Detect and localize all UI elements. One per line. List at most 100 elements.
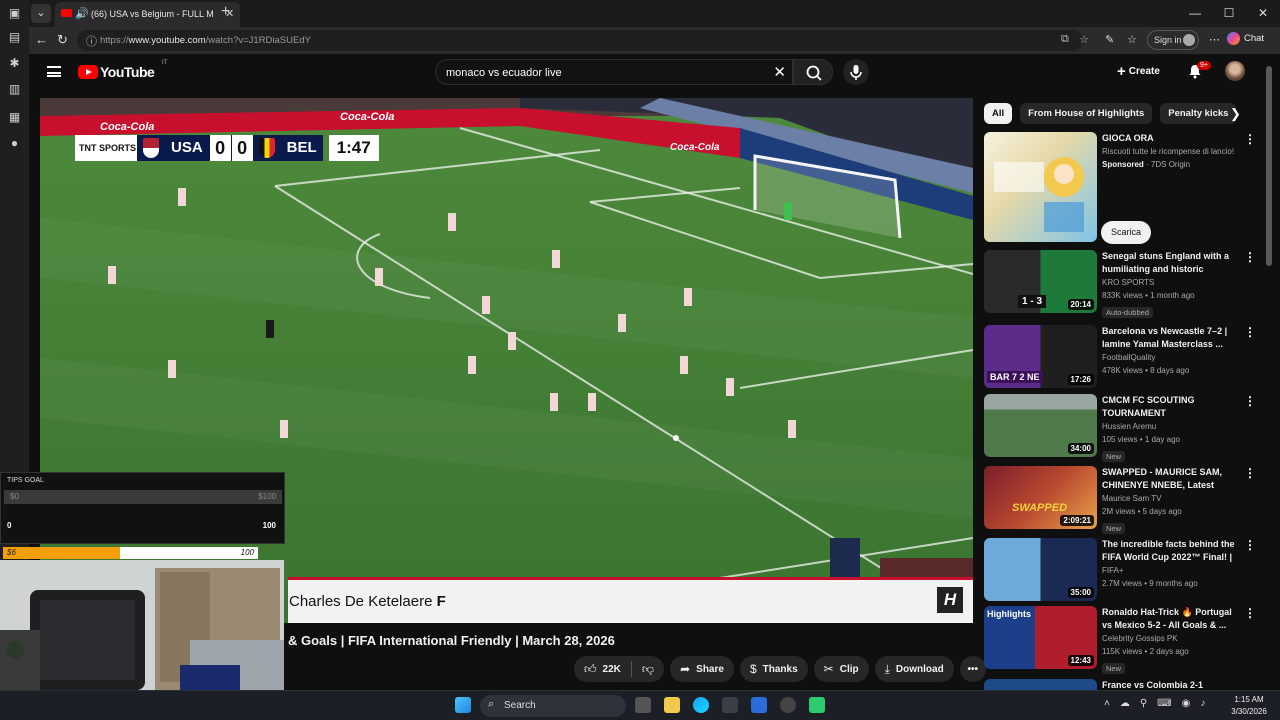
more-icon[interactable]: ⋮ xyxy=(1244,325,1256,339)
share-button[interactable]: ➦ Share xyxy=(670,656,734,682)
video-actions: 👍︎ 22K 👎︎ ➦ Share $ Thanks ✂ Clip ⤓ Download … xyxy=(574,656,986,682)
video-thumbnail[interactable]: 34:00 xyxy=(984,394,1097,457)
sign-in-button[interactable]: Sign in xyxy=(1147,30,1199,50)
video-stats: 2M views • 5 days ago xyxy=(1102,507,1182,516)
ad-cta-button[interactable]: Scarica xyxy=(1101,221,1152,244)
goal-left-label: $6 xyxy=(7,548,16,557)
favorite-star-icon[interactable]: ☆ xyxy=(1079,33,1089,46)
more-icon[interactable]: ⋮ xyxy=(1244,538,1256,552)
webcam-feed xyxy=(0,560,284,690)
away-team-label: BEL xyxy=(286,139,317,156)
like-button[interactable]: 👍︎ 22K xyxy=(574,656,631,682)
close-window-button[interactable]: ✕ xyxy=(1246,0,1280,27)
chatgpt-icon[interactable] xyxy=(780,697,796,713)
mail-icon[interactable] xyxy=(751,697,767,713)
player-position: F xyxy=(436,593,446,610)
more-icon[interactable]: ⋮ xyxy=(1244,394,1256,408)
guide-menu-icon[interactable] xyxy=(47,66,61,77)
clip-button[interactable]: ✂ Clip xyxy=(813,656,869,682)
duration: 12:43 xyxy=(1067,655,1094,666)
youtube-play-icon xyxy=(78,65,98,79)
home-score: 0 xyxy=(208,135,231,161)
voice-search-button[interactable] xyxy=(843,59,869,85)
video-thumbnail[interactable]: Highlights 12:43 xyxy=(984,606,1097,669)
away-team: BEL xyxy=(252,135,323,161)
svg-text:Coca-Cola: Coca-Cola xyxy=(670,142,720,153)
media-icon[interactable]: ● xyxy=(8,137,21,150)
task-view-icon[interactable] xyxy=(635,697,651,713)
store-icon[interactable] xyxy=(722,697,738,713)
taskbar-search[interactable]: ⌕ Search xyxy=(480,695,626,717)
date: 3/30/2026 xyxy=(1231,707,1267,716)
ad-more-icon[interactable]: ⋮ xyxy=(1244,132,1256,146)
extensions-icon[interactable]: ✎ xyxy=(1105,33,1114,46)
download-button[interactable]: ⤓ Download xyxy=(874,656,954,682)
address-bar[interactable]: ⓘ https://www.youtube.com/watch?v=J1RDia… xyxy=(77,30,1089,51)
tools-icon[interactable]: ✱ xyxy=(8,57,21,70)
sidebar-scrollbar[interactable] xyxy=(1266,60,1272,690)
apps-icon[interactable]: ▦ xyxy=(8,111,21,124)
search-icon xyxy=(806,65,822,81)
clear-search-icon[interactable]: ✕ xyxy=(773,63,786,81)
ad-thumbnail[interactable] xyxy=(984,132,1097,242)
account-avatar[interactable] xyxy=(1225,61,1245,81)
dislike-button[interactable]: 👎︎ xyxy=(632,656,664,682)
more-icon[interactable]: ⋮ xyxy=(1244,606,1256,620)
copilot-chat-button[interactable]: Chat xyxy=(1227,32,1264,45)
edge-icon[interactable] xyxy=(693,697,709,713)
search-button[interactable] xyxy=(793,59,833,85)
back-button[interactable]: ← xyxy=(35,32,48,47)
refresh-button[interactable]: ↻ xyxy=(57,32,68,48)
video-title: & Goals | FIFA International Friendly | … xyxy=(288,633,615,648)
channel-name: Celebrity Gossips PK xyxy=(1102,634,1178,643)
auto-dubbed-badge: Auto-dubbed xyxy=(1102,307,1153,318)
video-thumbnail[interactable]: 1 - 3 20:14 xyxy=(984,250,1097,313)
maximize-button[interactable]: ☐ xyxy=(1212,0,1246,27)
duration: 17:26 xyxy=(1067,374,1094,385)
system-tray[interactable]: ˄☁⚲⌨◉♪ xyxy=(1104,698,1215,709)
chip-all[interactable]: All xyxy=(984,103,1013,124)
microphone-icon xyxy=(850,65,862,80)
clip-label: Clip xyxy=(839,663,859,675)
usa-crest-icon xyxy=(143,138,159,158)
thanks-button[interactable]: $ Thanks xyxy=(739,656,808,682)
create-button[interactable]: + Create xyxy=(1117,63,1160,80)
file-explorer-icon[interactable] xyxy=(664,697,680,713)
chip-penalty-kicks[interactable]: Penalty kicks xyxy=(1160,103,1237,124)
minimize-button[interactable]: — xyxy=(1178,0,1212,27)
search-input[interactable]: monaco vs ecuador live ✕ xyxy=(435,59,793,85)
scrollbar-thumb[interactable] xyxy=(1266,66,1272,266)
tips-goal-widget: TIPS GOAL $0 $100 0 100 xyxy=(0,472,285,544)
browser-toolbar: ← ↻ ⓘ https://www.youtube.com/watch?v=J1… xyxy=(29,27,1280,54)
app-icon[interactable] xyxy=(809,697,825,713)
shopping-icon[interactable]: ▥ xyxy=(8,83,21,96)
new-tab-button[interactable]: + xyxy=(221,3,230,21)
taskbar-clock[interactable]: 1:15 AM 3/30/2026 xyxy=(1224,694,1274,718)
like-count: 22K xyxy=(602,663,621,675)
chevron-right-icon[interactable]: ❯ xyxy=(1230,106,1241,122)
start-icon[interactable] xyxy=(455,697,471,713)
video-thumbnail[interactable]: 35:00 xyxy=(984,538,1097,601)
recommendation-item[interactable]: France vs Colombia 2-1 xyxy=(984,679,1264,690)
app-available-icon[interactable]: ⧉ xyxy=(1061,33,1069,46)
tab-actions-button[interactable]: ⌄ xyxy=(31,4,51,23)
more-icon[interactable]: ⋮ xyxy=(1244,250,1256,264)
more-actions-button[interactable]: ••• xyxy=(959,656,986,682)
favorites-icon[interactable]: ☆ xyxy=(1127,33,1137,46)
notifications-button[interactable]: 9+ xyxy=(1187,61,1211,79)
chip-from-house-of-highlights[interactable]: From House of Highlights xyxy=(1020,103,1153,124)
video-title: Barcelona vs Newcastle 7–2 | lamine Yama… xyxy=(1102,326,1228,349)
audio-playing-icon[interactable]: 🔊 xyxy=(75,7,89,20)
copilot-icon xyxy=(1227,32,1240,45)
more-icon[interactable]: ⋮ xyxy=(1244,466,1256,480)
more-menu-icon[interactable]: ⋯ xyxy=(1209,33,1220,46)
video-thumbnail[interactable]: BAR 7 2 NE 17:26 xyxy=(984,325,1097,388)
site-info-icon[interactable]: ⓘ xyxy=(86,33,97,49)
workspaces-icon[interactable]: ▣ xyxy=(8,7,21,20)
video-thumbnail[interactable]: SWAPPED 2:09:21 xyxy=(984,466,1097,529)
tab-active[interactable]: 🔊 (66) USA vs Belgium - FULL M ✕ xyxy=(55,2,240,27)
documents-icon[interactable]: ▤ xyxy=(8,31,21,44)
channel-name: FIFA+ xyxy=(1102,566,1124,575)
video-player[interactable]: Coca-Cola Coca-Cola Coca-Cola TNT SPORTS… xyxy=(40,98,973,623)
video-thumbnail[interactable] xyxy=(984,679,1097,690)
